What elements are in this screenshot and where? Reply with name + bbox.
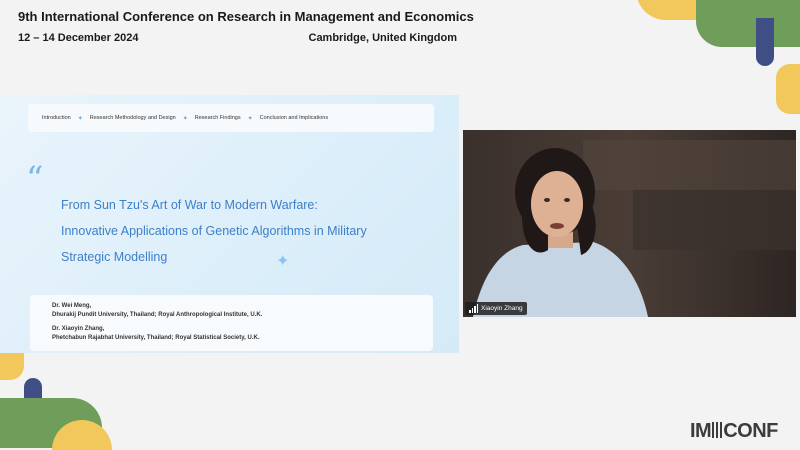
conference-title: 9th International Conference on Research…	[18, 9, 474, 24]
speaker-video-frame	[463, 130, 796, 317]
sparkle-icon: ✦	[247, 115, 253, 122]
conference-date: 12 – 14 December 2024	[18, 32, 139, 44]
sparkle-icon: ✦	[276, 253, 290, 270]
slide-title-line: From Sun Tzu's Art of War to Modern Warf…	[61, 198, 318, 212]
author-name: Dr. Xiaoyin Zhang,	[52, 326, 105, 332]
signal-icon	[469, 304, 478, 313]
slide-title: From Sun Tzu's Art of War to Modern Warf…	[61, 192, 421, 270]
author-box: Dr. Wei Meng, Dhurakij Pundit University…	[30, 295, 433, 351]
nav-item-findings: Research Findings	[194, 115, 241, 121]
slide-title-line: Innovative Applications of Genetic Algor…	[61, 224, 367, 238]
author-affiliation: Phetchabun Rajabhat University, Thailand…	[52, 335, 260, 341]
quote-icon: “	[26, 159, 44, 199]
slide-title-line: Strategic Modelling	[61, 250, 168, 264]
logo-prefix: IM	[690, 420, 712, 442]
nav-item-conclusion: Conclusion and Implications	[259, 115, 329, 121]
author-affiliation: Dhurakij Pundit University, Thailand; Ro…	[52, 312, 263, 318]
nav-item-methodology: Research Methodology and Design	[89, 115, 176, 121]
participant-name: Xiaoyin Zhang	[481, 305, 523, 312]
conference-location: Cambridge, United Kingdom	[308, 32, 458, 44]
deco-shape-navy-top	[756, 18, 774, 66]
deco-shape-green-top	[696, 0, 800, 47]
logo-suffix: CONF	[723, 420, 778, 442]
deco-shape-yellow-right	[776, 64, 800, 114]
nav-item-introduction: Introduction	[42, 115, 71, 121]
slide-section-nav: Introduction ✦ Research Methodology and …	[28, 104, 434, 132]
author-name: Dr. Wei Meng,	[52, 303, 92, 309]
speaker-video[interactable]: Xiaoyin Zhang	[463, 130, 796, 317]
sparkle-icon: ✦	[182, 115, 188, 122]
deco-shape-yellow-left	[0, 352, 24, 380]
participant-name-tag: Xiaoyin Zhang	[465, 302, 527, 315]
shared-slide: Introduction ✦ Research Methodology and …	[0, 95, 459, 353]
sparkle-icon: ✦	[77, 115, 83, 122]
imeconf-logo: IM CONF	[690, 420, 778, 443]
